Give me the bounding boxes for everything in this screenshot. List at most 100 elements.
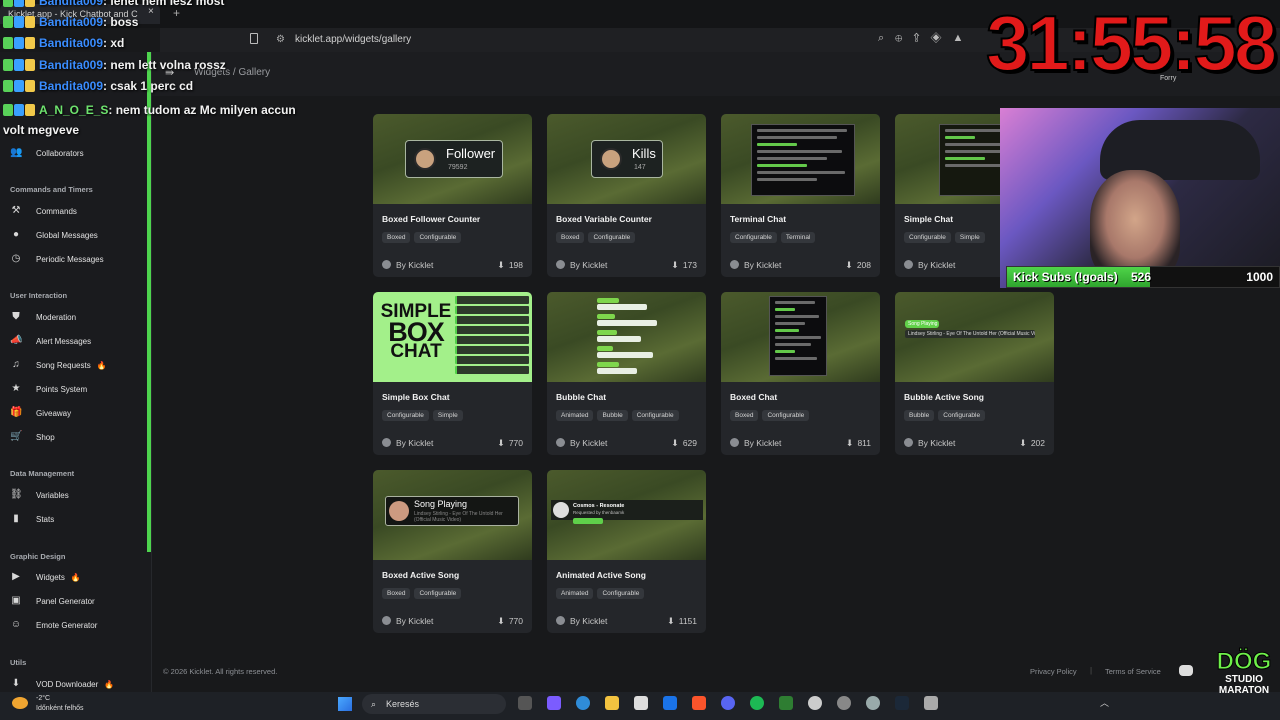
widget-preview bbox=[721, 292, 880, 382]
smile-icon: ☺ bbox=[10, 619, 22, 630]
spotify-icon[interactable] bbox=[750, 696, 764, 710]
tag: Configurable bbox=[597, 588, 645, 599]
sidebar-item-global-messages[interactable]: ● Global Messages bbox=[10, 227, 98, 243]
download-count: ⬇ 811 bbox=[845, 438, 871, 448]
terms-of-service-link[interactable]: Terms of Service bbox=[1105, 667, 1161, 676]
download-icon: ⬇ bbox=[497, 616, 505, 626]
widget-preview: Song Playing Lindsey Stirling - Eye Of T… bbox=[895, 292, 1054, 382]
widget-author: By Kicklet bbox=[556, 260, 607, 270]
chat-preview bbox=[455, 296, 529, 378]
tag: Boxed bbox=[382, 588, 411, 599]
bookmark-icon[interactable] bbox=[250, 33, 258, 44]
user-icon bbox=[382, 260, 391, 269]
steam-icon[interactable] bbox=[895, 696, 909, 710]
app-icon[interactable] bbox=[837, 696, 851, 710]
widget-card-simple-box-chat[interactable]: SIMPLE BOX CHAT Simple Box Chat Configur… bbox=[373, 292, 532, 455]
gift-icon: 🎁 bbox=[10, 407, 23, 418]
widget-card-boxed-follower-counter[interactable]: Follower 79592 Boxed Follower Counter Bo… bbox=[373, 114, 532, 277]
download-icon: ⬇ bbox=[671, 438, 679, 448]
user-icon bbox=[382, 438, 391, 447]
site-info-icon[interactable]: ⚙ bbox=[276, 34, 285, 45]
shield-icon: ⛊ bbox=[12, 311, 20, 322]
copilot-icon[interactable] bbox=[547, 696, 561, 710]
sidebar-item-collaborators[interactable]: 👥 Collaborators bbox=[10, 145, 84, 161]
widget-preview: Follower 79592 bbox=[373, 114, 532, 204]
download-icon: ⬇ bbox=[845, 438, 854, 448]
sidebar-item-vod-downloader[interactable]: ⬇ VOD Downloader 🔥 bbox=[10, 676, 114, 692]
discord-icon[interactable] bbox=[1179, 665, 1193, 676]
widget-title: Boxed Follower Counter bbox=[382, 214, 481, 224]
widget-title: Simple Box Chat bbox=[382, 392, 450, 402]
weather-widget[interactable]: -2°C Időnként felhős bbox=[36, 694, 83, 714]
tray-chevron-icon[interactable]: ︿ bbox=[1100, 696, 1114, 710]
sidebar-item-emote-generator[interactable]: ☺ Emote Generator bbox=[10, 617, 97, 633]
link-icon: ⛓ bbox=[10, 489, 23, 500]
widget-card-bubble-chat[interactable]: Bubble Chat Animated Bubble Configurable B… bbox=[547, 292, 706, 455]
edge-icon[interactable] bbox=[576, 696, 590, 710]
discord-taskbar-icon[interactable] bbox=[721, 696, 735, 710]
download-icon: ⬇ bbox=[671, 260, 679, 270]
store-icon[interactable] bbox=[634, 696, 648, 710]
widget-card-boxed-active-song[interactable]: Song Playing Lindsey Stirling - Eye Of T… bbox=[373, 470, 532, 633]
chat-badges-icon bbox=[3, 16, 36, 31]
panel-icon: ▣ bbox=[11, 595, 21, 606]
sidebar-item-widgets[interactable]: ▶ Widgets 🔥 bbox=[10, 569, 81, 585]
browser-toolbar-icons[interactable]: ⌕⊕⇪◈▲ bbox=[878, 32, 974, 45]
widget-author: By Kicklet bbox=[730, 260, 781, 270]
fire-icon: 🔥 bbox=[70, 572, 81, 582]
download-count: ⬇ 173 bbox=[671, 260, 697, 270]
file-explorer-icon[interactable] bbox=[605, 696, 619, 710]
sidebar-item-stats[interactable]: ▮ Stats bbox=[10, 511, 54, 527]
download-icon: ⬇ bbox=[497, 260, 505, 270]
download-count: ⬇ 629 bbox=[671, 438, 697, 448]
sidebar-item-panel-generator[interactable]: ▣ Panel Generator bbox=[10, 593, 94, 609]
sidebar-item-variables[interactable]: ⛓ Variables bbox=[10, 487, 69, 503]
boxed-chat-preview bbox=[769, 296, 827, 376]
widget-card-animated-active-song[interactable]: Cosmos - Resonate Requested by thenbaamk… bbox=[547, 470, 706, 633]
section-title-graphic-design: Graphic Design bbox=[10, 552, 66, 561]
task-view-icon[interactable] bbox=[518, 696, 532, 710]
brave-icon[interactable] bbox=[692, 696, 706, 710]
chat-badges-icon bbox=[3, 80, 36, 95]
widget-card-boxed-variable-counter[interactable]: Kills 147 Boxed Variable Counter Boxed Co… bbox=[547, 114, 706, 277]
obs-icon[interactable] bbox=[808, 696, 822, 710]
streamer-name-tag: Forry bbox=[1160, 75, 1177, 82]
widget-card-bubble-active-song[interactable]: Song Playing Lindsey Stirling - Eye Of T… bbox=[895, 292, 1054, 455]
sidebar-item-shop[interactable]: 🛒 Shop bbox=[10, 429, 55, 445]
sidebar-item-giveaway[interactable]: 🎁 Giveaway bbox=[10, 405, 71, 421]
sidebar-item-song-requests[interactable]: ♫ Song Requests 🔥 bbox=[10, 357, 106, 373]
download-icon: ⬇ bbox=[11, 678, 21, 689]
avatar bbox=[553, 502, 569, 518]
outlook-icon[interactable] bbox=[663, 696, 677, 710]
sidebar-item-commands[interactable]: ⚒ Commands bbox=[10, 203, 77, 219]
sidebar-item-periodic-messages[interactable]: ◷ Periodic Messages bbox=[10, 251, 104, 267]
start-button[interactable] bbox=[338, 697, 352, 711]
widget-author: By Kicklet bbox=[382, 616, 433, 626]
sidebar-item-alert-messages[interactable]: 📣 Alert Messages bbox=[10, 333, 91, 349]
widget-author: By Kicklet bbox=[382, 438, 433, 448]
widget-card-terminal-chat[interactable]: Terminal Chat Configurable Terminal By Ki… bbox=[721, 114, 880, 277]
megaphone-icon: 📣 bbox=[10, 335, 23, 346]
url-text[interactable]: kicklet.app/widgets/gallery bbox=[295, 34, 411, 45]
settings-icon[interactable] bbox=[866, 696, 880, 710]
chat-message: Bandita009: csak 1 perc cd bbox=[3, 79, 193, 95]
widget-title: Bubble Chat bbox=[556, 392, 607, 402]
fire-icon: 🔥 bbox=[104, 679, 115, 689]
widget-title: Bubble Active Song bbox=[904, 392, 984, 402]
widget-card-boxed-chat[interactable]: Boxed Chat Boxed Configurable By Kicklet … bbox=[721, 292, 880, 455]
widget-title: Boxed Active Song bbox=[382, 570, 460, 580]
user-icon bbox=[730, 438, 739, 447]
chat-message: Bandita009: xd bbox=[3, 36, 124, 52]
search-icon: ⌕ bbox=[371, 699, 377, 709]
sub-goal-bar: Kick Subs (!goals) 526 1000 bbox=[1006, 266, 1280, 288]
weather-icon[interactable] bbox=[12, 697, 28, 709]
users-icon: 👥 bbox=[10, 147, 23, 158]
calculator-icon[interactable] bbox=[924, 696, 938, 710]
taskbar-search[interactable] bbox=[362, 694, 506, 714]
privacy-policy-link[interactable]: Privacy Policy bbox=[1030, 667, 1077, 676]
tag: Configurable bbox=[730, 232, 777, 243]
sidebar-item-moderation[interactable]: ⛊ Moderation bbox=[10, 309, 76, 325]
excel-icon[interactable] bbox=[779, 696, 793, 710]
user-icon bbox=[382, 616, 391, 625]
sidebar-item-points-system[interactable]: ★ Points System bbox=[10, 381, 88, 397]
